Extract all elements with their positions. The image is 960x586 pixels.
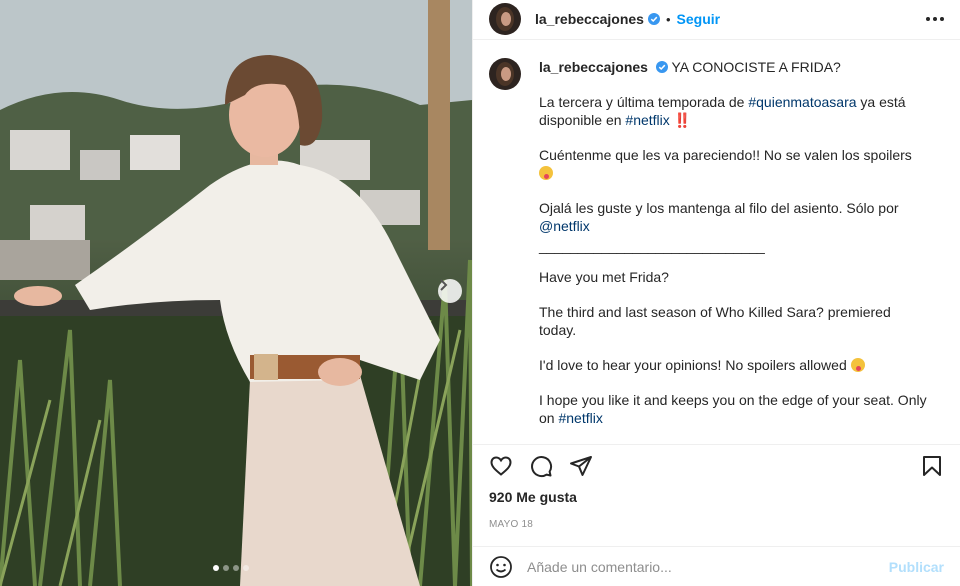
avatar[interactable] [489,3,521,36]
hashtag-link[interactable]: #netflix [625,112,669,128]
caption-text-segment: Cuéntenme que les va pareciendo!! No se … [539,146,912,163]
carousel-dot [243,565,249,571]
post-date[interactable]: MAYO 18 [473,519,960,530]
carousel-next-button[interactable] [438,279,462,303]
caption-avatar[interactable] [489,57,521,90]
heart-icon[interactable] [489,454,513,478]
caption-text-segment: Ojalá les guste y los mantenga al filo d… [539,199,899,216]
caption-paragraph: I hope you like it and keeps you on the … [539,391,929,427]
bookmark-icon[interactable] [920,454,944,478]
comment-input[interactable] [527,558,889,575]
caption-paragraph: Ojalá les guste y los mantenga al filo d… [539,199,929,235]
caption-text-segment: ‼️ [669,111,692,128]
caption-paragraph: Cuéntenme que les va pareciendo!! No se … [539,146,929,182]
caption-title-line: la_rebeccajones YA CONOCISTE A FRIDA? [539,58,929,76]
hashtag-link[interactable]: #netflix [558,410,602,426]
post-header: la_rebeccajones • Seguir [473,0,960,40]
more-options-button[interactable] [926,17,944,22]
carousel-dot [223,565,229,571]
more-horizontal-icon [926,17,930,22]
post-panel: la_rebeccajones • Seguir la_rebeccajones… [472,0,960,586]
caption-text: la_rebeccajones YA CONOCISTE A FRIDA? La… [539,58,929,444]
caption-paragraph: Have you met Frida? [539,268,669,285]
caption-title: YA CONOCISTE A FRIDA? [671,58,841,75]
like-count[interactable]: 920 Me gusta [473,489,960,505]
hashtag-link[interactable]: #quienmatoasara [748,94,856,110]
carousel-dot [213,565,219,571]
comment-box: Publicar [473,546,960,586]
caption-paragraph: La tercera y última temporada de #quienm… [539,93,929,129]
post-photo[interactable] [0,0,472,586]
caption-username[interactable]: la_rebeccajones [539,59,648,75]
tongue-emoji-icon [850,357,865,372]
action-bar [473,445,960,488]
caption-divider: _____________________________ [539,237,765,254]
avatar-image [489,57,521,90]
chevron-right-icon [440,279,448,291]
comment-icon[interactable] [529,454,553,478]
avatar-image [489,3,521,36]
mention-link[interactable]: @netflix [539,218,590,234]
follow-button[interactable]: Seguir [677,11,721,27]
header-separator: • [665,11,671,27]
caption-text-segment: La tercera y última temporada de [539,93,749,110]
caption-paragraph: I'd love to hear your opinions! No spoil… [539,356,929,374]
header-username[interactable]: la_rebeccajones [535,11,644,27]
caption-paragraph: The third and last season of Who Killed … [539,303,891,338]
share-icon[interactable] [569,454,593,478]
caption-text-segment: I'd love to hear your opinions! No spoil… [539,356,851,373]
verified-badge-icon [655,60,668,73]
carousel-dot [233,565,239,571]
carousel-indicator [213,565,249,571]
post-image [0,0,472,586]
verified-badge-icon [647,13,660,26]
emoji-icon[interactable] [489,555,513,579]
tongue-emoji-icon [539,165,553,180]
post-caption: la_rebeccajones YA CONOCISTE A FRIDA? La… [473,40,960,445]
publish-button[interactable]: Publicar [889,559,944,575]
